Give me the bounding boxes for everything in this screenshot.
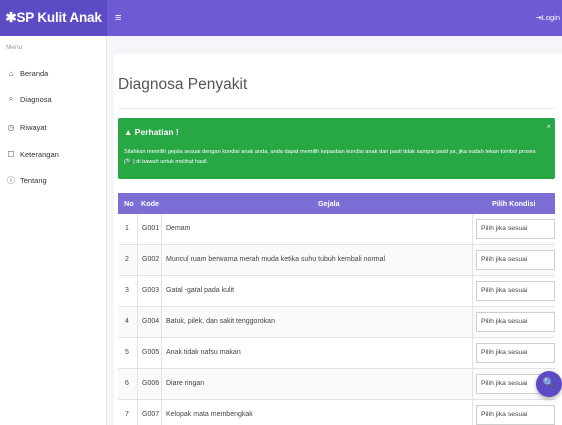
- warning-icon: ▲: [124, 127, 133, 137]
- sidebar-item-beranda[interactable]: ⌂ Beranda: [6, 66, 49, 80]
- brand-logo[interactable]: ✱SP Kulit Anak: [0, 0, 107, 36]
- col-no: No: [124, 199, 134, 208]
- kondisi-select[interactable]: Pilih jika sesuai: [476, 343, 555, 363]
- cell-gejala: Muncul ruam berwarna merah muda ketika s…: [166, 256, 386, 263]
- cell-gejala: Batuk, pilek, dan sakit tenggorokan: [166, 318, 275, 325]
- sidebar-item-label: Tentang: [20, 175, 47, 185]
- sidebar-item-label: Beranda: [20, 68, 49, 78]
- sidebar: Menu ⌂ Beranda ⌕ Diagnosa ◷ Riwayat ☐ Ke…: [0, 36, 107, 425]
- cell-gejala: Anak tidak nafsu makan: [166, 349, 241, 356]
- alert-notice: ▲ Perhatian ! Silahkan memilih gejala se…: [118, 118, 555, 179]
- page-title: Diagnosa Penyakit: [118, 76, 248, 93]
- cell-no: 1: [125, 225, 129, 232]
- cell-no: 5: [125, 349, 129, 356]
- cell-no: 4: [125, 318, 129, 325]
- table-header: No Kode Gejala Pilih Kondisi: [118, 193, 555, 214]
- col-gejala: Gejala: [318, 199, 340, 208]
- sidebar-item-label: Diagnosa: [20, 94, 52, 104]
- cell-no: 3: [125, 287, 129, 294]
- menu-toggle-icon[interactable]: ≡: [115, 0, 121, 36]
- sidebar-item-riwayat[interactable]: ◷ Riwayat: [6, 120, 47, 134]
- alert-title-text: Perhatian !: [134, 127, 179, 137]
- home-icon: ⌂: [8, 68, 14, 78]
- cell-gejala: Diare ringan: [166, 380, 205, 387]
- kondisi-select[interactable]: Pilih jika sesuai: [476, 312, 555, 332]
- table-row: 1 G001 Demam Pilih jika sesuai: [118, 214, 555, 245]
- cell-kode: G005: [142, 349, 160, 356]
- process-search-button[interactable]: 🔍: [536, 371, 562, 397]
- search-icon: ⌕: [8, 94, 14, 103]
- cell-kode: G007: [142, 411, 160, 418]
- col-kondisi: Pilih Kondisi: [492, 199, 536, 208]
- kondisi-select[interactable]: Pilih jika sesuai: [476, 281, 555, 301]
- cell-no: 7: [125, 411, 129, 418]
- clock-icon: ◷: [7, 122, 15, 132]
- table-row: 4 G004 Batuk, pilek, dan sakit tenggorok…: [118, 307, 555, 338]
- cell-gejala: Gatal -gatal pada kulit: [166, 287, 235, 294]
- table-row: 5 G005 Anak tidak nafsu makan Pilih jika…: [118, 338, 555, 369]
- cell-no: 2: [125, 256, 129, 263]
- sidebar-item-label: Riwayat: [20, 122, 47, 132]
- cell-no: 6: [125, 380, 129, 387]
- alert-text: Silahkan memilih gejala sesuai dengan ko…: [124, 149, 536, 165]
- cell-kode: G006: [142, 380, 160, 387]
- table-row: 3 G003 Gatal -gatal pada kulit Pilih jik…: [118, 276, 555, 307]
- kondisi-select[interactable]: Pilih jika sesuai: [476, 250, 555, 270]
- sidebar-menu-header: Menu: [6, 44, 23, 51]
- kondisi-select[interactable]: Pilih jika sesuai: [476, 405, 555, 425]
- close-icon[interactable]: ×: [546, 122, 551, 131]
- alert-title: ▲ Perhatian !: [124, 127, 179, 137]
- sidebar-item-diagnosa[interactable]: ⌕ Diagnosa: [6, 92, 52, 106]
- sidebar-item-keterangan[interactable]: ☐ Keterangan: [6, 147, 59, 161]
- search-icon: 🔍: [542, 378, 556, 389]
- title-divider: [118, 108, 555, 109]
- sidebar-item-tentang[interactable]: ⓘ Tentang: [6, 173, 47, 187]
- top-navbar: ✱SP Kulit Anak ≡ ⇥Login: [0, 0, 562, 36]
- table-row: 2 G002 Muncul ruam berwarna merah muda k…: [118, 245, 555, 276]
- table-row: 7 G007 Kelopak mata membengkak Pilih jik…: [118, 400, 555, 425]
- table-row: 6 G006 Diare ringan Pilih jika sesuai: [118, 369, 555, 400]
- cell-kode: G002: [142, 256, 160, 263]
- login-link[interactable]: ⇥Login: [535, 0, 560, 36]
- cell-gejala: Kelopak mata membengkak: [166, 411, 253, 418]
- comment-icon: ☐: [7, 149, 15, 159]
- col-kode: Kode: [141, 199, 159, 208]
- cell-kode: G001: [142, 225, 160, 232]
- sidebar-item-label: Keterangan: [20, 149, 59, 159]
- cell-gejala: Demam: [166, 225, 191, 232]
- cell-kode: G003: [142, 287, 160, 294]
- main-content: Diagnosa Penyakit ▲ Perhatian ! Silahkan…: [107, 36, 562, 425]
- kondisi-select[interactable]: Pilih jika sesuai: [476, 219, 555, 239]
- info-icon: ⓘ: [7, 175, 15, 185]
- cell-kode: G004: [142, 318, 160, 325]
